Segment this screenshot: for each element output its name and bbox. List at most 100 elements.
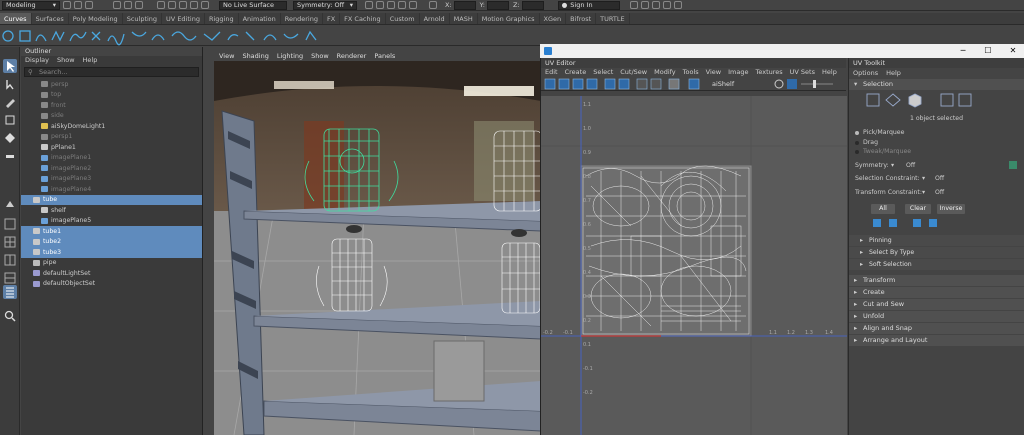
viewport-menu-panels[interactable]: Panels [374,52,395,61]
section-transform[interactable]: Transform [849,274,1024,286]
open-scene-icon[interactable] [74,1,82,9]
outliner-menu-help[interactable]: Help [83,56,98,65]
viewport-menu-show[interactable]: Show [311,52,329,61]
outliner-item[interactable]: tube [21,194,202,205]
search-icon[interactable] [629,1,638,9]
shelf-tab-bifrost[interactable]: Bifrost [566,13,597,24]
uv-menu-modify[interactable]: Modify [654,68,676,77]
uv-menu-create[interactable]: Create [565,68,587,77]
last-tool-icon[interactable] [3,197,17,211]
attribute-editor-icon[interactable] [673,1,682,9]
outliner-item[interactable]: pipe [21,258,202,269]
outliner-item[interactable]: tube2 [21,236,202,247]
channel-box-icon[interactable] [662,1,671,9]
toolkit-menu-options[interactable]: Options [853,68,878,78]
outliner-item[interactable]: tube3 [21,247,202,258]
curve-tools-icons[interactable] [0,26,330,46]
history-icon[interactable] [365,1,373,9]
select-component-icon[interactable] [135,1,143,9]
shelf-tab-sculpting[interactable]: Sculpting [123,13,163,24]
shelf-tab-custom[interactable]: Custom [386,13,420,24]
transform-mode-icon[interactable] [429,1,437,9]
layout-two-icon[interactable] [3,253,17,267]
viewport-menu-view[interactable]: View [219,52,234,61]
workspace-menu[interactable]: Modeling ▾ [2,0,60,10]
rotate-tool-icon[interactable] [3,131,17,145]
x-coord-field[interactable] [453,0,476,10]
shelf-tab-fx[interactable]: FX [323,13,341,24]
grid-view-icon[interactable] [640,1,649,9]
section-arrange-and-layout[interactable]: Arrange and Layout [849,334,1024,346]
outliner-item[interactable]: tube1 [21,226,202,237]
outliner-item[interactable]: imagePlane1 [21,153,202,164]
close-icon[interactable]: ✕ [1008,46,1018,56]
z-coord-field[interactable] [521,0,544,10]
selection-radio[interactable]: Pick/Marquee [849,128,1024,138]
perspective-viewport[interactable]: View Shading Lighting Show Renderer Panels [214,52,541,435]
snap-grid-icon[interactable] [157,1,165,9]
viewport-menu-renderer[interactable]: Renderer [337,52,367,61]
outliner-search-input[interactable]: ⚲ Search... [24,67,199,77]
outliner-item[interactable]: imagePlane5 [21,216,202,227]
uv-texture-name[interactable]: aiShelf [712,80,734,88]
outliner-item[interactable]: defaultLightSet [21,268,202,279]
outliner-layout-icon[interactable] [3,285,17,299]
layout-single-icon[interactable] [3,217,17,231]
uv-exposure-controls[interactable] [773,78,843,90]
symmetry-menu[interactable]: Symmetry: Off ▾ [293,0,357,10]
chevron-down-icon[interactable]: ▾ [891,160,894,171]
selection-radio[interactable]: Tweak/Marquee [849,147,1024,157]
grow-shrink-icons[interactable] [849,217,1024,229]
snap-point-icon[interactable] [179,1,187,9]
outliner-item[interactable]: pPlane1 [21,142,202,153]
uv-texture-space[interactable]: 1.1 1.0 0.9 0.8 0.7 0.6 0.5 0.4 0.3 0.2 0.1 -0.1 -0.… [541,96,847,435]
outliner-item[interactable]: defaultObjectSet [21,279,202,290]
shelf-tab-surfaces[interactable]: Surfaces [32,13,69,24]
layout-four-icon[interactable] [3,235,17,249]
shelf-tab-rigging[interactable]: Rigging [205,13,239,24]
sign-in-menu[interactable]: ● Sign In [557,0,620,10]
shelf-tab-animation[interactable]: Animation [239,13,281,24]
shelf-tab-arnold[interactable]: Arnold [420,13,450,24]
uv-menu-tools[interactable]: Tools [683,68,699,77]
outliner-item[interactable]: front [21,100,202,111]
selection-mode-icons[interactable] [849,90,1024,114]
section-cut-and-sew[interactable]: Cut and Sew [849,298,1024,310]
layout-three-icon[interactable] [3,271,17,285]
shelf-tab-fx-caching[interactable]: FX Caching [340,13,386,24]
snap-curve-icon[interactable] [168,1,176,9]
new-scene-icon[interactable] [63,1,71,9]
viewport-menu-shading[interactable]: Shading [242,52,268,61]
shelf-tab-motion-graphics[interactable]: Motion Graphics [478,13,540,24]
uv-menu-help[interactable]: Help [822,68,837,77]
section-align-and-snap[interactable]: Align and Snap [849,322,1024,334]
panel-layout-icon[interactable] [651,1,660,9]
y-coord-field[interactable] [486,0,509,10]
uv-menu-edit[interactable]: Edit [545,68,558,77]
chevron-down-icon[interactable]: ▾ [922,187,925,198]
uv-menu-image[interactable]: Image [728,68,748,77]
select-inverse-button[interactable]: Inverse [937,203,965,214]
save-scene-icon[interactable] [85,1,93,9]
outliner-item[interactable]: aiSkyDomeLight1 [21,121,202,132]
shelf-tab-xgen[interactable]: XGen [540,13,567,24]
uv-editor-window-titlebar[interactable]: ─ ☐ ✕ [540,44,1024,58]
selection-radio[interactable]: Drag [849,138,1024,148]
outliner-menu-display[interactable]: Display [25,56,49,65]
outliner-item[interactable]: top [21,90,202,101]
section-create[interactable]: Create [849,286,1024,298]
selection-section-header[interactable]: Selection [849,79,1024,90]
minimize-icon[interactable]: ─ [958,46,968,56]
shelf-tab-poly-modeling[interactable]: Poly Modeling [69,13,123,24]
outliner-item[interactable]: side [21,111,202,122]
outliner-item[interactable]: shelf [21,205,202,216]
outliner-item[interactable]: imagePlane3 [21,174,202,185]
live-surface-field[interactable]: No Live Surface [219,0,287,10]
symmetry-toggle-icon[interactable] [1009,160,1017,169]
snap-view-icon[interactable] [190,1,198,9]
paint-select-tool-icon[interactable] [3,95,17,109]
uv-menu-select[interactable]: Select [593,68,613,77]
hypershade-icon[interactable] [409,1,417,9]
uv-menu-textures[interactable]: Textures [755,68,782,77]
uv-toolbar-icons[interactable] [543,78,713,90]
